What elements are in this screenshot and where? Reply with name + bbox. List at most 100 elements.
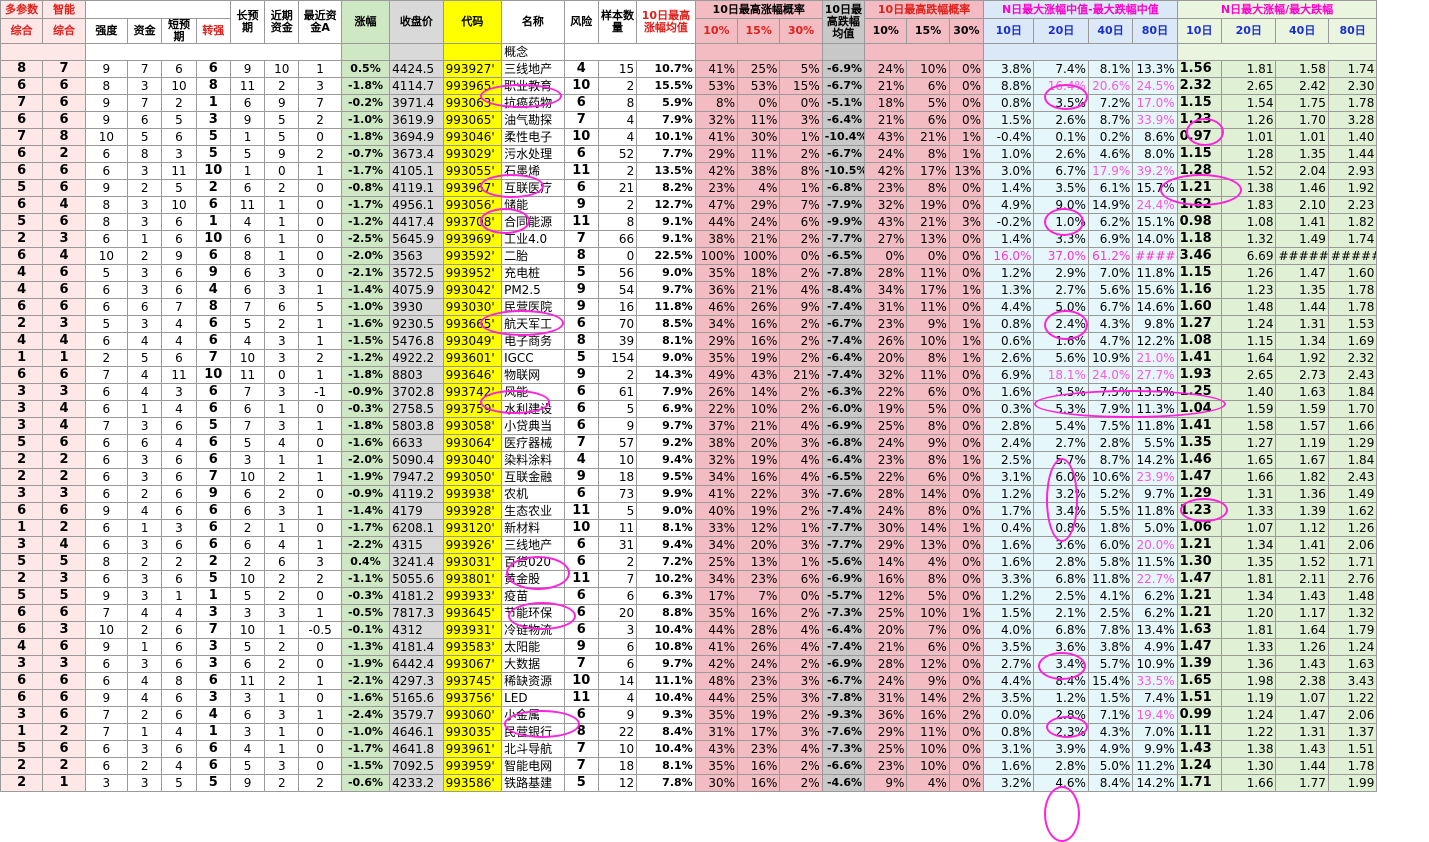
cell-n20: 2.4% xyxy=(1033,315,1089,333)
cell-n40: 4.7% xyxy=(1087,332,1134,350)
cell-recent: 1 xyxy=(264,519,300,537)
cell-r10: 1.46 xyxy=(1176,451,1223,469)
cell-n80: 14.2% xyxy=(1132,774,1178,792)
cell-long: 5 xyxy=(229,638,266,656)
cell-p10: 42% xyxy=(694,655,739,673)
header-zonghe-2: 综合 xyxy=(42,18,86,44)
cell-risk: 10 xyxy=(563,128,599,146)
cell-r10: 0.98 xyxy=(1176,213,1223,231)
cell-zonghe-2: 6 xyxy=(42,94,86,112)
cell-d15: 11% xyxy=(906,366,950,384)
cell-chg: -0.2% xyxy=(340,94,391,112)
cell-zonghe-1: 2 xyxy=(0,451,44,469)
cell-zonghe-1: 6 xyxy=(0,162,44,180)
cell-recent: 3 xyxy=(264,757,300,775)
cell-recent: 1 xyxy=(264,230,300,248)
cell-p10: 41% xyxy=(694,485,739,503)
cell-n40: 3.8% xyxy=(1087,638,1134,656)
cell-n10: 2.7% xyxy=(983,655,1035,673)
cell-n80: 9.7% xyxy=(1132,485,1178,503)
cell-r10: 1.15 xyxy=(1176,145,1223,163)
cell-name: 油气勘探 xyxy=(501,111,565,129)
cell-fund: 3 xyxy=(127,655,163,673)
cell-fund: 4 xyxy=(127,366,163,384)
cell-turn: 6 xyxy=(195,434,231,452)
cell-zonghe-2: 4 xyxy=(42,536,86,554)
cell-zonghe-2: 3 xyxy=(42,230,86,248)
cell-n40: 14.9% xyxy=(1087,196,1134,214)
cell-r10: 1.04 xyxy=(1176,400,1223,418)
cell-zonghe-2: 2 xyxy=(42,757,86,775)
cell-p30: 2% xyxy=(779,604,823,622)
cell-risk: 6 xyxy=(563,417,599,435)
cell-turn: 1 xyxy=(195,94,231,112)
cell-strength: 6 xyxy=(84,400,129,418)
cell-avg10: 7.9% xyxy=(636,111,696,129)
cell-n20: 2.3% xyxy=(1033,723,1089,741)
cell-code: 993035' xyxy=(442,723,503,741)
cell-close: 4119.2 xyxy=(389,485,444,503)
cell-chg: -2.1% xyxy=(340,264,391,282)
cell-code: 993967' xyxy=(442,179,503,197)
cell-chg: -1.7% xyxy=(340,162,391,180)
cell-zonghe-1: 3 xyxy=(0,417,44,435)
cell-n20: 3.6% xyxy=(1033,536,1089,554)
cell-name: 民营银行 xyxy=(501,723,565,741)
cell-fund: 4 xyxy=(127,332,163,350)
cell-fund: 5 xyxy=(127,349,163,367)
cell-avg-down: -9.9% xyxy=(821,213,866,231)
cell-zonghe-1: 6 xyxy=(0,247,44,265)
cell-zonghe-1: 3 xyxy=(0,383,44,401)
cell-risk: 11 xyxy=(563,570,599,588)
cell-d10: 29% xyxy=(864,536,908,554)
cell-short: 3 xyxy=(161,383,197,401)
cell-close: 3971.4 xyxy=(389,94,444,112)
cell-avg-down: -7.6% xyxy=(821,723,866,741)
cell-fund: 3 xyxy=(127,417,163,435)
cell-close: 4181.2 xyxy=(389,587,444,605)
cell-n80: 5.5% xyxy=(1132,434,1178,452)
cell-code: 993961' xyxy=(442,740,503,758)
cell-risk: 7 xyxy=(563,111,599,129)
cell-recent: 9 xyxy=(264,94,300,112)
cell-n40: 15.4% xyxy=(1087,672,1134,690)
cell-samples: 2 xyxy=(597,366,638,384)
cell-long: 8 xyxy=(229,247,266,265)
header-d30: 30% xyxy=(948,18,985,44)
cell-avg-down: -7.7% xyxy=(821,519,866,537)
cell-n10: 4.9% xyxy=(983,196,1035,214)
cell-d15: 11% xyxy=(906,264,950,282)
cell-zonghe-1: 6 xyxy=(0,621,44,639)
table-row: 6 6 6 6 7 8 7 6 5 -1.0% 3930 993030' 民营医院 9 16 11.8% 46%… xyxy=(0,298,1426,316)
cell-r40: 1.35 xyxy=(1275,145,1329,163)
cell-r80: 1.40 xyxy=(1327,128,1378,146)
cell-short: 9 xyxy=(161,247,197,265)
cell-close: 4922.2 xyxy=(389,349,444,367)
cell-chg: -1.8% xyxy=(340,366,391,384)
cell-p10: 41% xyxy=(694,60,739,78)
cell-risk: 4 xyxy=(563,60,599,78)
cell-avg-down: -6.4% xyxy=(821,621,866,639)
cell-recent: 1 xyxy=(264,723,300,741)
cell-d10: 9% xyxy=(864,774,908,792)
cell-p10: 25% xyxy=(694,553,739,571)
cell-d10: 30% xyxy=(864,519,908,537)
cell-d30: 0% xyxy=(948,553,985,571)
cell-d30: 0% xyxy=(948,94,985,112)
cell-long: 11 xyxy=(229,77,266,95)
cell-d30: 1% xyxy=(948,128,985,146)
cell-d15: 19% xyxy=(906,196,950,214)
cell-d30: 0% xyxy=(948,740,985,758)
cell-r20: 1.35 xyxy=(1220,553,1277,571)
cell-code: 993029' xyxy=(442,145,503,163)
cell-d10: 29% xyxy=(864,723,908,741)
cell-turn: 6 xyxy=(195,519,231,537)
cell-n10: 1.5% xyxy=(983,604,1035,622)
cell-n80: 15.7% xyxy=(1132,179,1178,197)
cell-recent: 2 xyxy=(264,638,300,656)
cell-turn: 2 xyxy=(195,179,231,197)
cell-n20: 2.6% xyxy=(1033,145,1089,163)
cell-n20: 4.6% xyxy=(1033,774,1089,792)
cell-r40: 1.41 xyxy=(1275,536,1329,554)
cell-short: 1 xyxy=(161,587,197,605)
